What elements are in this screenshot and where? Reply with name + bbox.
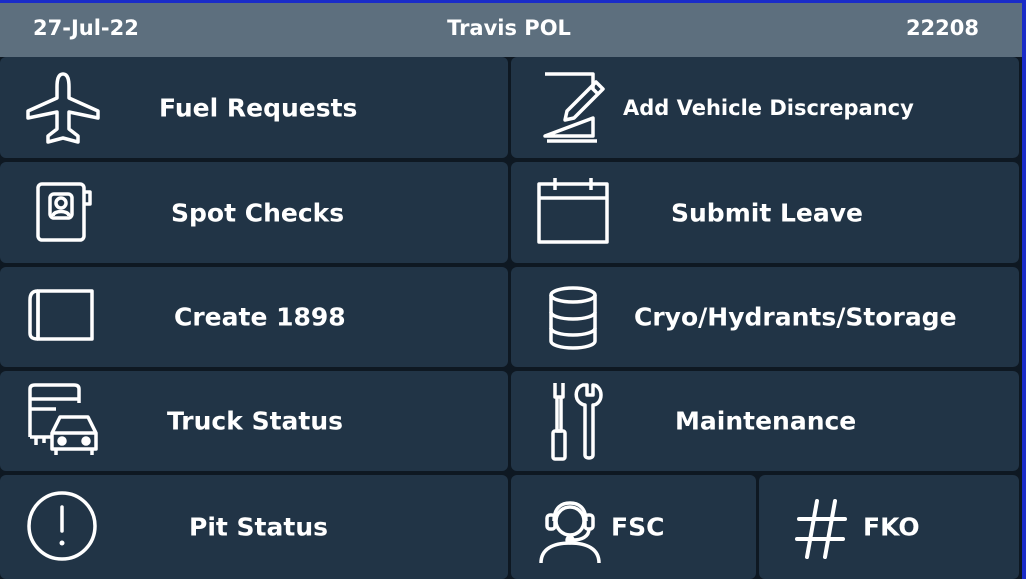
headset-icon <box>537 499 603 565</box>
airplane-icon <box>24 71 102 145</box>
create-1898-label: Create 1898 <box>174 302 346 332</box>
cryo-hydrants-storage-label: Cryo/Hydrants/Storage <box>634 302 957 332</box>
database-icon <box>545 285 601 351</box>
fsc-label: FSC <box>611 512 665 542</box>
maintenance-button[interactable]: Maintenance <box>511 371 1019 471</box>
spot-checks-label: Spot Checks <box>171 198 345 227</box>
right-accent-line <box>1022 0 1026 579</box>
hash-icon <box>793 497 849 561</box>
fuel-requests-label: Fuel Requests <box>159 93 358 122</box>
tools-icon <box>547 379 603 463</box>
fsc-button[interactable]: FSC <box>511 475 756 579</box>
fko-label: FKO <box>863 512 920 542</box>
spot-checks-button[interactable]: Spot Checks <box>0 162 508 263</box>
pit-status-button[interactable]: Pit Status <box>0 475 508 579</box>
cryo-hydrants-storage-button[interactable]: Cryo/Hydrants/Storage <box>511 267 1019 367</box>
submit-leave-label: Submit Leave <box>671 198 863 227</box>
pit-status-label: Pit Status <box>189 512 329 542</box>
header-code: 22208 <box>905 16 979 40</box>
submit-leave-button[interactable]: Submit Leave <box>511 162 1019 263</box>
create-1898-button[interactable]: Create 1898 <box>0 267 508 367</box>
maintenance-label: Maintenance <box>675 406 857 436</box>
fko-button[interactable]: FKO <box>759 475 1019 579</box>
calendar-icon <box>535 176 611 246</box>
fuel-requests-button[interactable]: Fuel Requests <box>0 57 508 158</box>
truck-status-label: Truck Status <box>167 406 344 436</box>
edit-document-icon <box>541 70 605 146</box>
header-bar: 27-Jul-22 Travis POL 22208 <box>0 3 1022 57</box>
add-vehicle-discrepancy-label: Add Vehicle Discrepancy <box>623 95 914 120</box>
header-title: Travis POL <box>447 16 571 40</box>
alert-circle-icon <box>25 489 99 563</box>
contact-book-icon <box>34 180 94 244</box>
truck-status-button[interactable]: Truck Status <box>0 371 508 471</box>
blank-form-icon <box>26 287 98 343</box>
add-vehicle-discrepancy-button[interactable]: Add Vehicle Discrepancy <box>511 57 1019 158</box>
bus-car-icon <box>26 381 102 457</box>
